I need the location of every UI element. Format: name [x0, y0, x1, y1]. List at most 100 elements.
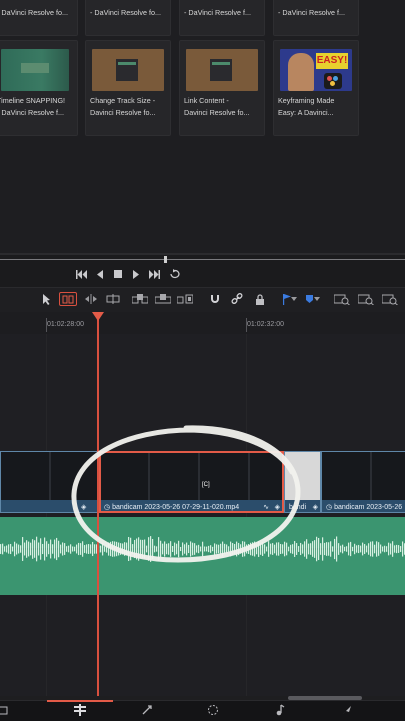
position-lock-icon[interactable] [252, 292, 268, 306]
waveform-bar [16, 543, 18, 555]
page-media-icon[interactable] [0, 701, 32, 719]
waveform-bar [332, 546, 334, 552]
media-pool: - DaVinci Resolve fo... - DaVinci Resolv… [0, 0, 405, 253]
linked-selection-icon[interactable] [229, 292, 245, 306]
zoom-custom-icon[interactable] [382, 292, 398, 306]
page-edit-icon[interactable] [50, 701, 110, 719]
waveform-bar [0, 544, 2, 554]
waveform-bar [46, 541, 48, 557]
waveform-bar [36, 536, 38, 562]
ruler-timecode: 01:02:32:00 [247, 321, 284, 328]
resolve-logo-icon [324, 73, 342, 89]
waveform-bar [56, 537, 58, 561]
play-reverse-icon[interactable] [93, 268, 107, 280]
waveform-bar [346, 546, 348, 552]
waveform-bar [318, 537, 320, 561]
zoom-detail-icon[interactable] [358, 292, 374, 306]
insert-clip-icon[interactable] [132, 292, 148, 306]
waveform-bar [4, 546, 6, 552]
scrubber-handle[interactable] [164, 256, 167, 263]
playhead-handle[interactable] [92, 312, 104, 321]
waveform-bar [22, 537, 24, 561]
clip-card[interactable]: - DaVinci Resolve f... [179, 0, 265, 36]
dynamic-trim-icon[interactable] [83, 292, 99, 306]
waveform-bar [386, 546, 388, 552]
waveform-bar [42, 543, 44, 555]
waveform-bar [402, 541, 404, 557]
stop-icon[interactable] [111, 268, 125, 280]
waveform-bar [360, 545, 362, 553]
play-icon[interactable] [129, 268, 143, 280]
waveform-bar [358, 544, 360, 554]
waveform-bar [340, 545, 342, 553]
waveform-bar [376, 541, 378, 557]
grid-line [46, 334, 47, 696]
clip-thumbnail: EASY! [280, 49, 352, 91]
waveform-bar [324, 542, 326, 556]
waveform-bar [336, 536, 338, 562]
clip-card-change-track-size[interactable]: Change Track Size - Davinci Resolve fo... [85, 40, 171, 136]
waveform-bar [372, 541, 374, 557]
waveform-bar [362, 542, 364, 556]
waveform-bar [342, 544, 344, 554]
waveform-bar [344, 546, 346, 552]
video-clip[interactable]: ◷ bandicam 2023-05-26 [321, 451, 405, 513]
waveform-bar [60, 544, 62, 554]
clip-card[interactable]: - DaVinci Resolve fo... [0, 0, 78, 36]
waveform-bar [20, 545, 22, 553]
waveform-bar [352, 546, 354, 552]
page-fusion-icon[interactable] [117, 701, 177, 719]
clip-title: Keyframing Made Easy: A Davinci... [278, 96, 335, 117]
waveform-bar [394, 545, 396, 553]
clip-card[interactable]: - DaVinci Resolve fo... [85, 0, 171, 36]
waveform-bar [44, 537, 46, 561]
waveform-bar [398, 545, 400, 553]
waveform-bar [306, 539, 308, 559]
waveform-bar [12, 546, 14, 552]
waveform-bar [330, 541, 332, 557]
clip-card-timeline-snapping[interactable]: Timeline SNAPPING! - DaVinci Resolve f... [0, 40, 78, 136]
waveform-bar [378, 542, 380, 556]
waveform-bar [48, 543, 50, 555]
waveform-bar [356, 545, 358, 553]
waveform-bar [328, 542, 330, 556]
marker-dropdown-chevron-down-icon[interactable] [312, 292, 322, 306]
waveform-bar [348, 542, 350, 556]
page-deliver-icon[interactable] [317, 701, 377, 719]
waveform-bar [40, 538, 42, 560]
clip-title: Link Content - Davinci Resolve fo... [184, 96, 250, 117]
waveform-bar [52, 544, 54, 554]
clip-card-link-content[interactable]: Link Content - Davinci Resolve fo... [179, 40, 265, 136]
go-to-end-icon[interactable] [147, 268, 161, 280]
waveform-bar [314, 540, 316, 558]
clip-card[interactable]: - DaVinci Resolve f... [273, 0, 359, 36]
zoom-full-icon[interactable] [334, 292, 350, 306]
go-to-start-icon[interactable] [75, 268, 89, 280]
clip-thumbnail [1, 49, 69, 91]
flag-dropdown-chevron-down-icon[interactable] [289, 292, 299, 306]
selection-pointer-icon[interactable] [38, 292, 54, 306]
waveform-bar [388, 542, 390, 556]
waveform-bar [322, 537, 324, 561]
blade-icon[interactable] [105, 292, 121, 306]
loop-icon[interactable] [168, 268, 182, 280]
waveform-bar [366, 545, 368, 553]
waveform-bar [334, 538, 336, 560]
page-color-icon[interactable] [183, 701, 243, 719]
replace-clip-icon[interactable] [177, 292, 193, 306]
clip-title: Timeline SNAPPING! - DaVinci Resolve f... [0, 96, 66, 117]
viewer-scrubber[interactable] [0, 259, 405, 260]
clip-title: - DaVinci Resolve f... [278, 8, 345, 17]
clip-thumbnail [92, 49, 164, 91]
clip-card-keyframing[interactable]: EASY! Keyframing Made Easy: A Davinci... [273, 40, 359, 136]
waveform-bar [54, 539, 56, 559]
waveform-bar [308, 543, 310, 555]
overwrite-clip-icon[interactable] [155, 292, 171, 306]
trim-edit-icon[interactable] [59, 292, 77, 306]
waveform-bar [8, 544, 10, 554]
waveform-bar [326, 542, 328, 556]
clip-title: - DaVinci Resolve fo... [0, 8, 68, 17]
page-fairlight-icon[interactable] [250, 701, 310, 719]
waveform-bar [10, 543, 12, 555]
snapping-icon[interactable] [207, 292, 223, 306]
